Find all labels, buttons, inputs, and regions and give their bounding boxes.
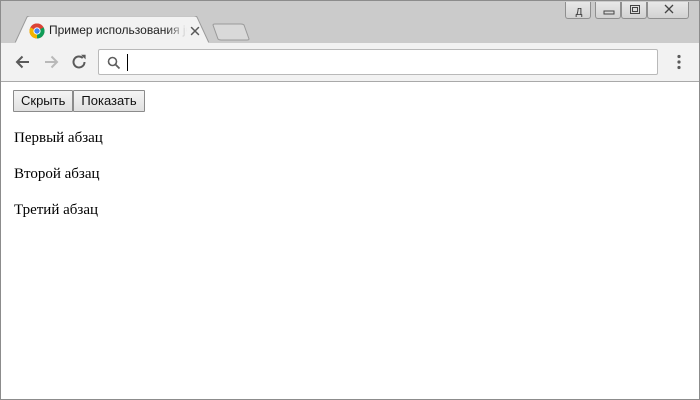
- tab-strip: Пример использования jQuery Д: [1, 1, 699, 43]
- reload-icon[interactable]: [69, 52, 89, 72]
- search-icon: [107, 56, 121, 70]
- tab-title: Пример использования jQuery: [49, 23, 187, 37]
- back-arrow-icon[interactable]: [13, 52, 33, 72]
- chrome-logo-icon: [29, 23, 45, 39]
- forward-arrow-icon[interactable]: [41, 52, 61, 72]
- address-input[interactable]: [127, 53, 647, 71]
- close-icon[interactable]: [647, 2, 689, 19]
- more-vert-icon[interactable]: [669, 52, 689, 72]
- text-cursor: [127, 54, 128, 71]
- restore-icon[interactable]: [621, 2, 647, 19]
- new-tab-icon[interactable]: [212, 23, 252, 41]
- button-row: Скрыть Показать: [13, 90, 145, 112]
- browser-window: Пример использования jQuery Д: [0, 0, 700, 400]
- close-icon[interactable]: [189, 24, 201, 36]
- tab-active[interactable]: Пример использования jQuery: [15, 16, 209, 43]
- page-content: Скрыть Показать Первый абзац Второй абза…: [1, 82, 699, 399]
- paragraph-third: Третий абзац: [14, 202, 99, 218]
- user-profile-button[interactable]: Д: [565, 2, 591, 19]
- minimize-icon[interactable]: [595, 2, 621, 19]
- user-badge-text: Д: [576, 7, 583, 18]
- address-bar[interactable]: [98, 49, 658, 75]
- paragraph-second: Второй абзац: [14, 166, 100, 182]
- browser-toolbar: [1, 43, 699, 82]
- show-button[interactable]: Показать: [73, 90, 145, 112]
- hide-button[interactable]: Скрыть: [13, 90, 74, 112]
- paragraph-first: Первый абзац: [14, 130, 103, 146]
